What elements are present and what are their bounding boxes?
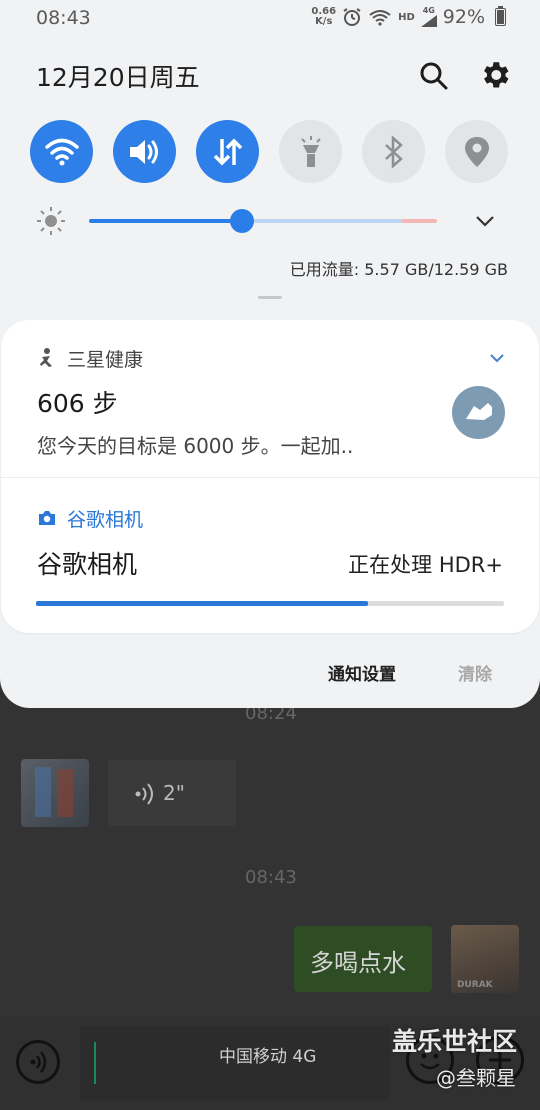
expand-icon[interactable] bbox=[489, 352, 505, 364]
chat-timestamp: 08:43 bbox=[245, 867, 297, 888]
status-time: 08:43 bbox=[36, 7, 91, 29]
signal-bars-icon bbox=[420, 15, 437, 27]
hdr-progress-fill bbox=[36, 601, 369, 606]
sound-toggle[interactable] bbox=[113, 120, 176, 183]
location-icon bbox=[464, 136, 489, 167]
search-button[interactable] bbox=[416, 58, 450, 92]
settings-button[interactable] bbox=[478, 58, 512, 92]
camera-icon bbox=[39, 511, 55, 525]
hd-label: HD bbox=[398, 11, 415, 23]
status-icons: 0.66 K/s HD 4G 92% bbox=[311, 6, 506, 28]
gear-icon bbox=[484, 62, 509, 88]
data-arrows-icon bbox=[213, 138, 242, 165]
cellular-signal: 4G bbox=[420, 6, 437, 27]
notification-app-name: 三星健康 bbox=[67, 349, 144, 371]
voice-duration: 2" bbox=[163, 781, 185, 805]
mobile-data-toggle[interactable] bbox=[196, 120, 259, 183]
search-icon bbox=[420, 62, 448, 90]
text-message-bubble[interactable]: 多喝点水 bbox=[294, 926, 432, 992]
voice-wave-icon bbox=[135, 783, 153, 805]
voice-input-button[interactable] bbox=[16, 1040, 60, 1084]
step-badge bbox=[452, 386, 505, 439]
volume-icon bbox=[129, 139, 158, 164]
hdr-progress-bar bbox=[36, 601, 504, 606]
location-toggle[interactable] bbox=[445, 120, 508, 183]
bluetooth-toggle[interactable] bbox=[362, 120, 425, 183]
notification-settings-button[interactable]: 通知设置 bbox=[328, 660, 396, 685]
contact-avatar[interactable] bbox=[21, 759, 89, 827]
network-speed: 0.66 K/s bbox=[311, 7, 336, 27]
drag-handle[interactable] bbox=[258, 296, 282, 299]
network-generation: 4G bbox=[422, 6, 435, 15]
notification-title: 谷歌相机 bbox=[37, 550, 138, 579]
shoe-icon bbox=[466, 403, 492, 420]
my-avatar[interactable]: DURAK bbox=[451, 925, 519, 993]
input-cursor bbox=[94, 1042, 96, 1084]
voice-message-bubble[interactable]: 2" bbox=[108, 760, 236, 826]
battery-percent: 92% bbox=[442, 6, 485, 28]
chevron-down-icon[interactable] bbox=[474, 212, 496, 230]
flashlight-icon bbox=[300, 135, 321, 167]
clear-button[interactable]: 清除 bbox=[458, 660, 492, 685]
brightness-thumb[interactable] bbox=[230, 209, 255, 233]
bluetooth-icon bbox=[384, 134, 403, 169]
watermark-site: 盖乐世社区 bbox=[392, 1027, 518, 1056]
brightness-control bbox=[34, 204, 504, 240]
voice-icon bbox=[30, 1051, 47, 1073]
network-speed-unit: K/s bbox=[315, 16, 333, 27]
wifi-status-icon bbox=[369, 10, 391, 26]
status-bar: 08:43 0.66 K/s HD 4G 92% bbox=[0, 0, 540, 38]
brightness-slider[interactable] bbox=[89, 219, 437, 223]
notification-text: 您今天的目标是 6000 步。一起加.. bbox=[37, 434, 354, 458]
notification-shade: 08:43 0.66 K/s HD 4G 92% 12月20日周五 已用流量: … bbox=[0, 0, 540, 708]
data-usage-label: 已用流量: 5.57 GB/12.59 GB bbox=[289, 260, 508, 279]
notification-title: 606 步 bbox=[37, 389, 118, 418]
avatar-photo-icon bbox=[35, 767, 73, 817]
notification-app-name: 谷歌相机 bbox=[67, 509, 144, 531]
avatar-caption: DURAK bbox=[457, 980, 493, 990]
watermark-user: @叁颗星 bbox=[436, 1066, 516, 1090]
carrier-label: 中国移动 4G bbox=[219, 1047, 317, 1067]
wifi-icon bbox=[44, 138, 79, 165]
alarm-icon bbox=[343, 8, 361, 26]
wifi-toggle[interactable] bbox=[30, 120, 93, 183]
notification-divider bbox=[1, 477, 539, 478]
flashlight-toggle[interactable] bbox=[279, 120, 342, 183]
date-label: 12月20日周五 bbox=[36, 63, 200, 92]
notification-card: 三星健康 606 步 您今天的目标是 6000 步。一起加.. 谷歌相机 谷歌相… bbox=[1, 320, 539, 633]
message-text: 多喝点水 bbox=[310, 949, 406, 977]
battery-icon bbox=[495, 6, 506, 26]
notification-status: 正在处理 HDR+ bbox=[348, 553, 503, 577]
brightness-sun-icon bbox=[37, 207, 65, 235]
samsung-health-icon bbox=[40, 348, 52, 367]
